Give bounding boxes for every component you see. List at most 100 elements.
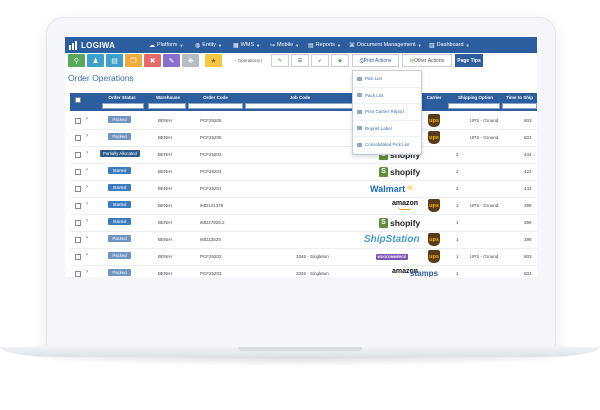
table-row[interactable]: › Packed BENIH PCF25202 3346 - Singleton WOOC…	[70, 248, 537, 266]
chevron-right-icon[interactable]: ›	[86, 252, 88, 258]
logo[interactable]: LOGIWA	[69, 40, 115, 50]
row-checkbox[interactable]	[75, 203, 81, 209]
row-checkbox[interactable]	[75, 118, 81, 124]
col-job-code[interactable]: Job Code	[245, 95, 355, 100]
wand-button[interactable]: ✎	[163, 54, 180, 67]
time-to-ship-cell: 603	[524, 271, 532, 276]
filter-job-code[interactable]	[245, 103, 357, 109]
nav-item-dashboard[interactable]: ▥ Dashboard ▼	[429, 41, 470, 49]
toolbar: ⚲ ♟ ▤ ❐ ✖ ✎ ✚ ★ ‹ Operations | ✎ ☰ ➶ ◆ ⎙…	[65, 54, 537, 68]
menu-item-pick-list[interactable]: Pick List	[353, 71, 421, 88]
chevron-right-icon[interactable]: ›	[86, 150, 88, 156]
move-button[interactable]: ✚	[182, 54, 199, 67]
row-checkbox[interactable]	[75, 152, 81, 158]
filter-order-code[interactable]	[188, 103, 243, 109]
row-checkbox[interactable]	[75, 254, 81, 260]
time-to-ship-cell: 434	[524, 152, 532, 157]
filter-time-to-ship[interactable]	[502, 103, 537, 109]
table-row[interactable]: › Started BENIH IMD27926.2 Sshopify 1 399	[70, 214, 537, 232]
delete-button[interactable]: ✖	[144, 54, 161, 67]
order-code-cell[interactable]: PCF25208	[200, 118, 222, 123]
user-button[interactable]: ♟	[87, 54, 104, 67]
chevron-right-icon[interactable]: ›	[86, 116, 88, 122]
order-code-cell[interactable]: PCF25202	[200, 254, 222, 259]
chevron-right-icon[interactable]: ›	[86, 269, 88, 275]
nav-item-reports[interactable]: ▤ Reports ▼	[308, 41, 341, 49]
table-row[interactable]: › Packed BENIH IMD22529 ShipStation 1 ups 399	[70, 231, 537, 249]
shipstation-logo: ShipStation	[364, 234, 420, 245]
row-checkbox[interactable]	[75, 220, 81, 226]
table-row[interactable]: › Started BENIH IMD121376 amazon 1 ups UPS - Gr…	[70, 197, 537, 215]
list-button[interactable]: ☰	[291, 54, 309, 67]
search-button[interactable]: ⚲	[68, 54, 85, 67]
favorite-button[interactable]: ★	[205, 54, 222, 67]
filter-warehouse[interactable]	[148, 103, 186, 109]
user-icon: ♟	[92, 57, 99, 65]
clipboard-icon: ▤	[111, 57, 118, 65]
nav-item-entity[interactable]: ◍ Entity ▼	[195, 41, 222, 49]
nav-item-wms[interactable]: ▦ WMS ▼	[233, 41, 260, 49]
status-badge: Packed	[108, 269, 131, 276]
nav-item-mobile[interactable]: ↪ Mobile ▼	[270, 41, 299, 49]
warehouse-cell: BENIH	[158, 118, 172, 123]
quantity-cell: 2	[456, 169, 459, 174]
quantity-cell: 1	[456, 254, 459, 259]
order-code-cell[interactable]: PCF25204	[200, 152, 222, 157]
menu-item-pack-list[interactable]: Pack List	[353, 88, 421, 104]
table-row[interactable]: ›PackedBENIHPCF25205SshopifyupsUPS - Gro…	[70, 129, 537, 147]
wrench-button[interactable]: ✎	[271, 54, 289, 67]
job-code-cell: 3346 - Singleton	[296, 271, 329, 276]
chevron-right-icon[interactable]: ›	[86, 201, 88, 207]
table-row[interactable]: › Started BENIH PCF25201 Walmart ✳ 2 432	[70, 180, 537, 198]
menu-item-carrier-report[interactable]: Print Carrier Report	[353, 104, 421, 121]
order-code-cell[interactable]: PCF25203	[200, 169, 222, 174]
table-row[interactable]: › Started BENIH PCF25203 Sshopify 2 422	[70, 163, 537, 181]
col-order-status[interactable]: Order Status	[102, 95, 142, 100]
chevron-right-icon[interactable]: ›	[86, 235, 88, 241]
menu-item-reprint-label[interactable]: Reprint Label	[353, 121, 421, 137]
chevron-right-icon[interactable]: ›	[86, 184, 88, 190]
copy-button[interactable]: ❐	[125, 54, 142, 67]
amazon-logo: amazon	[392, 199, 418, 212]
row-checkbox[interactable]	[75, 135, 81, 141]
col-carrier[interactable]: Carrier	[422, 95, 446, 100]
filter-shipping-option[interactable]	[448, 103, 500, 109]
row-checkbox[interactable]	[75, 186, 81, 192]
warehouse-cell: BENIH	[158, 186, 172, 191]
print-actions-button[interactable]: ⎙ Print Actions	[352, 54, 399, 67]
status-badge: Packed	[108, 235, 131, 242]
order-code-cell[interactable]: PCF25205	[200, 135, 222, 140]
order-code-cell[interactable]: PCF25201	[200, 186, 222, 191]
ups-logo: ups	[428, 250, 440, 263]
row-checkbox[interactable]	[75, 169, 81, 175]
order-code-cell[interactable]: PCF25203	[200, 271, 222, 276]
status-badge: Started	[108, 184, 131, 191]
quantity-cell: 1	[456, 237, 459, 242]
page-tips-button[interactable]: Page Tips	[455, 54, 483, 67]
order-code-cell[interactable]: IMD27926.2	[200, 220, 225, 225]
menu-item-consolidated-pick-list[interactable]: Consolidated Pick List	[353, 137, 421, 154]
chevron-right-icon[interactable]: ›	[86, 167, 88, 173]
order-code-cell[interactable]: IMD22529	[200, 237, 221, 242]
chevron-right-icon[interactable]: ›	[86, 133, 88, 139]
filter-order-status[interactable]	[102, 103, 144, 109]
nav-item-document-management[interactable]: ⌘ Document Management ▼	[349, 41, 422, 49]
chevron-right-icon[interactable]: ›	[86, 218, 88, 224]
table-row[interactable]: ›PackedBENIHPCF25208amazonupsUPS - Groun…	[70, 112, 537, 130]
magic-wand-icon: ✎	[168, 57, 175, 65]
nav-item-platform[interactable]: ☁ Platform ▼	[149, 41, 183, 49]
row-checkbox[interactable]	[75, 237, 81, 243]
table-row[interactable]: ›Partially AllocatedBENIHPCF25204Sshopif…	[70, 146, 537, 164]
order-code-cell[interactable]: IMD121376	[200, 203, 223, 208]
col-time-to-ship[interactable]: Time to Ship	[502, 95, 537, 100]
col-order-code[interactable]: Order Code	[188, 95, 243, 100]
col-shipping-option[interactable]: Shipping Option	[448, 95, 503, 100]
select-all-checkbox[interactable]	[75, 97, 81, 103]
rocket-button[interactable]: ➶	[311, 54, 329, 67]
other-actions-button[interactable]: ⊞ Other Actions	[402, 54, 452, 67]
row-checkbox[interactable]	[75, 271, 81, 277]
tag-button[interactable]: ◆	[331, 54, 349, 67]
table-row[interactable]: › Packed BENIH PCF25203 3346 - Singleton amaz…	[70, 265, 537, 277]
col-warehouse[interactable]: Warehouse	[148, 95, 188, 100]
clipboard-button[interactable]: ▤	[106, 54, 123, 67]
